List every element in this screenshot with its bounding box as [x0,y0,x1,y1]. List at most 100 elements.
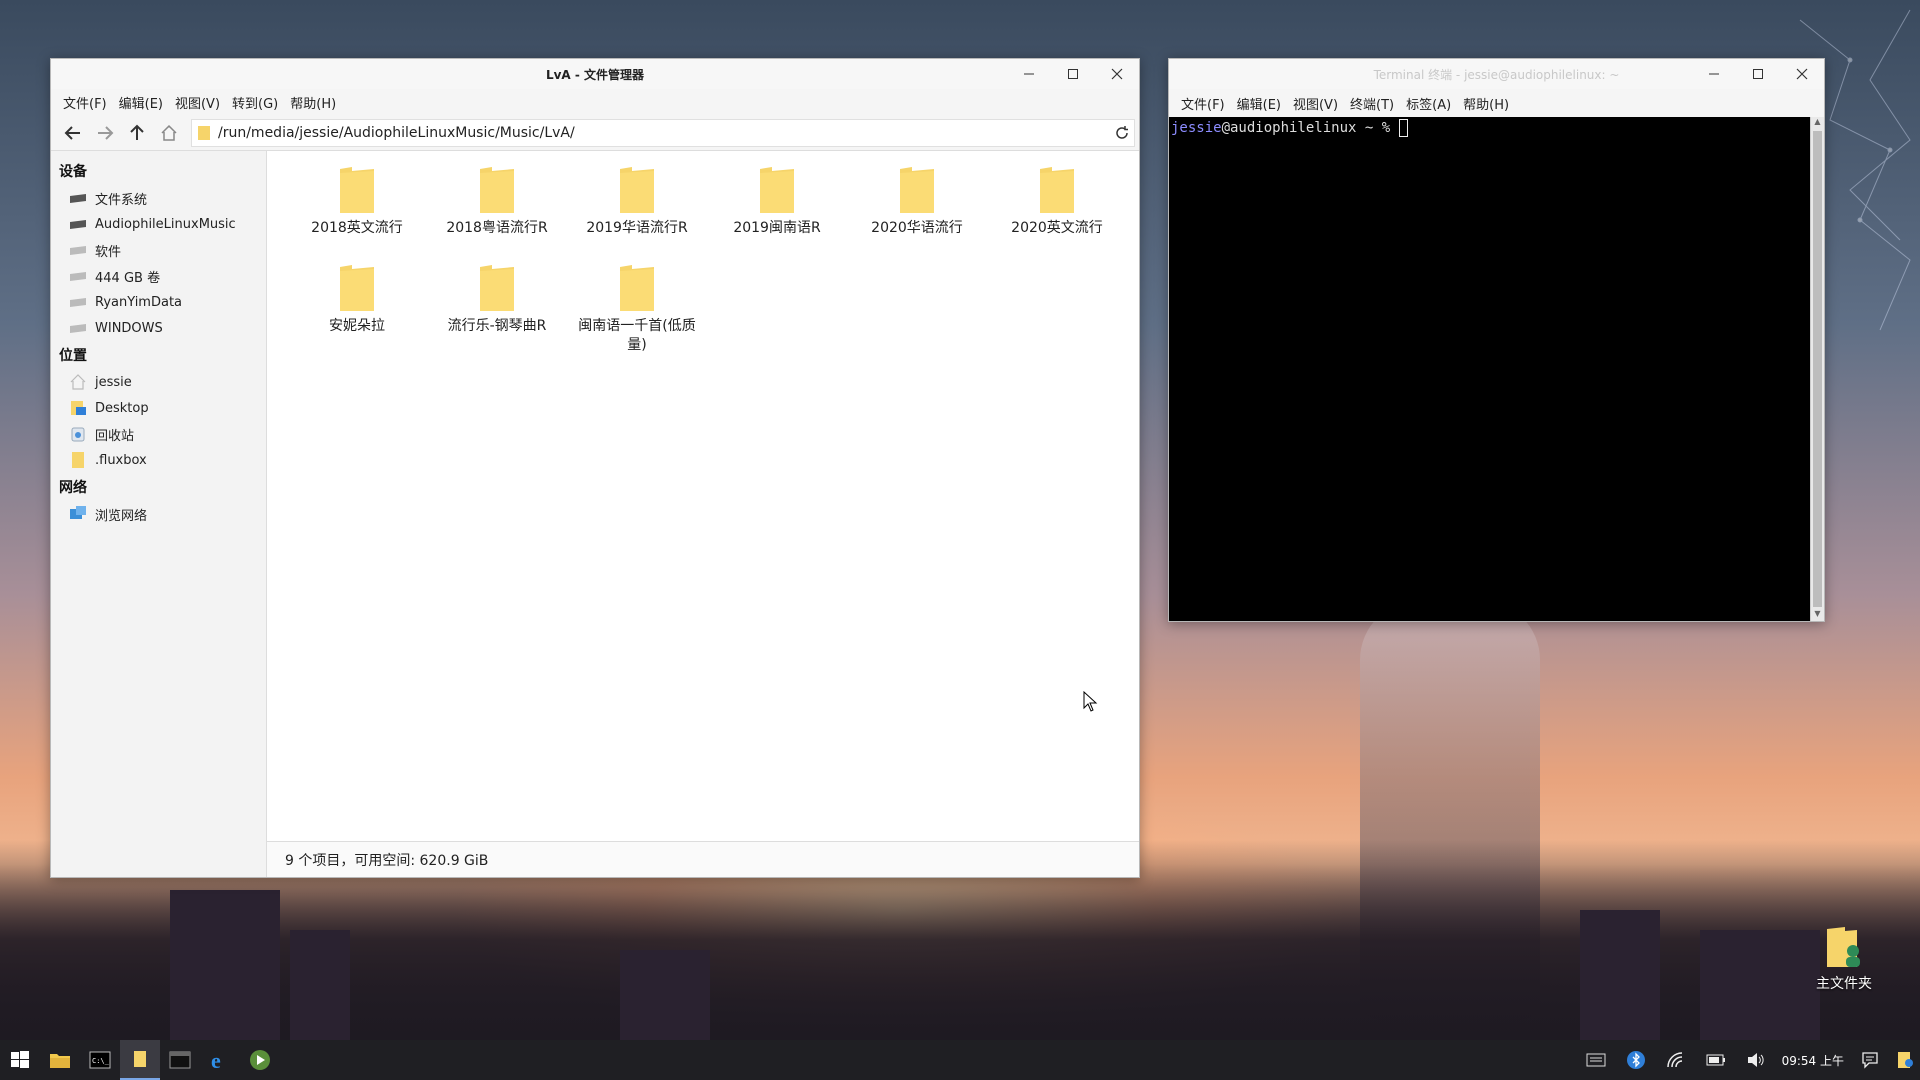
sidebar-item-fluxbox[interactable]: .fluxbox [51,447,266,473]
sidebar-item-audiophilelinuxmusic[interactable]: AudiophileLinuxMusic [51,211,266,237]
reload-button[interactable] [1110,117,1134,149]
sidebar-item-ryanyimdata[interactable]: RyanYimData [51,289,266,315]
sidebar-item-label: 444 GB 卷 [95,270,161,286]
keyboard-button[interactable] [1576,1040,1616,1080]
sidebar-heading-devices: 设备 [59,164,87,180]
folder-item[interactable]: 安妮朵拉 [287,259,427,357]
file-view[interactable]: 2018英文流行 2018粤语流行R 2019华语流行R 2019闽南语R 20… [267,151,1139,877]
home-button[interactable] [153,117,185,149]
back-button[interactable] [57,117,89,149]
minimize-button[interactable] [1692,59,1736,89]
folder-icon [620,167,654,213]
maximize-button[interactable] [1051,59,1095,89]
folder-item[interactable]: 2020华语流行 [847,161,987,259]
sidebar-item-browse-network[interactable]: 浏览网络 [51,501,266,527]
forward-button[interactable] [89,117,121,149]
edge-browser-icon: e [211,1049,221,1071]
arrow-right-icon [98,125,114,140]
terminal-titlebar[interactable]: Terminal 终端 - jessie@audiophilelinux: ~ [1169,59,1824,89]
battery-icon [1706,1054,1725,1066]
scrollbar-thumb[interactable] [1813,131,1822,607]
minimize-icon [1709,73,1719,75]
menu-terminal[interactable]: 终端(T) [1344,94,1400,113]
taskbar-browser[interactable]: e [200,1040,240,1080]
menu-view[interactable]: 视图(V) [169,93,226,112]
desktop-home-folder[interactable]: 主文件夹 [1800,925,1888,993]
terminal-output[interactable]: jessie@audiophilelinux ~ % ▲ ▼ [1169,117,1824,621]
folder-item[interactable]: 2018粤语流行R [427,161,567,259]
folder-item[interactable]: 2019华语流行R [567,161,707,259]
drive-icon [67,319,89,337]
file-manager-icon [134,1051,146,1067]
close-icon [1796,68,1808,80]
sidebar-item-windows[interactable]: WINDOWS [51,315,266,341]
status-bar: 9 个项目，可用空间: 620.9 GiB [267,841,1139,877]
folder-item[interactable]: 2019闽南语R [707,161,847,259]
terminal-icon: C:\_ [89,1051,111,1069]
sidebar-item-label: 浏览网络 [95,508,148,524]
battery-button[interactable] [1696,1040,1736,1080]
taskbar-terminal-window[interactable] [160,1040,200,1080]
sidebar-item-filesystem[interactable]: 文件系统 [51,185,266,211]
sidebar: 设备 文件系统 AudiophileLinuxMusic 软件 444 GB 卷… [51,151,267,877]
wallpaper-building [1580,910,1660,1040]
terminal-scrollbar[interactable]: ▲ ▼ [1810,117,1824,621]
sidebar-item-software[interactable]: 软件 [51,237,266,263]
svg-text:C:\_: C:\_ [92,1057,110,1065]
bluetooth-button[interactable] [1616,1040,1656,1080]
maximize-button[interactable] [1736,59,1780,89]
taskbar: C:\_ e 09:54 上午 [0,1040,1920,1080]
menu-help[interactable]: 帮助(H) [1457,94,1515,113]
close-button[interactable] [1780,59,1824,89]
up-button[interactable] [121,117,153,149]
close-button[interactable] [1095,59,1139,89]
start-button[interactable] [0,1040,40,1080]
sidebar-item-desktop[interactable]: Desktop [51,395,266,421]
folder-icon [620,265,654,311]
taskbar-file-manager-active[interactable] [120,1040,160,1080]
minimize-icon [1024,73,1034,75]
sidebar-item-jessie[interactable]: jessie [51,369,266,395]
minimize-button[interactable] [1007,59,1051,89]
menu-edit[interactable]: 编辑(E) [1231,94,1287,113]
wifi-button[interactable] [1656,1040,1696,1080]
volume-button[interactable] [1736,1040,1776,1080]
folder-item[interactable]: 2020英文流行 [987,161,1127,259]
drive-icon [67,215,89,233]
window-title: LvA - 文件管理器 [545,67,645,82]
menu-go[interactable]: 转到(G) [226,93,284,112]
folder-icon [340,265,374,311]
location-path[interactable]: /run/media/jessie/AudiophileLinuxMusic/M… [218,125,1110,141]
folder-icon [900,167,934,213]
desktop-icon-label: 主文件夹 [1816,976,1872,992]
taskbar-media-player[interactable] [240,1040,280,1080]
scroll-down-icon[interactable]: ▼ [1811,609,1824,621]
notifications-button[interactable] [1850,1040,1890,1080]
location-bar[interactable]: /run/media/jessie/AudiophileLinuxMusic/M… [191,117,1135,149]
menu-view[interactable]: 视图(V) [1287,94,1344,113]
file-manager-menubar: 文件(F) 编辑(E) 视图(V) 转到(G) 帮助(H) [51,89,1139,115]
folder-name: 安妮朵拉 [329,318,385,334]
taskbar-terminal[interactable]: C:\_ [80,1040,120,1080]
folder-item[interactable]: 闽南语一千首(低质量) [567,259,707,357]
terminal-text[interactable]: jessie@audiophilelinux ~ % [1169,117,1810,621]
sidebar-item-label: AudiophileLinuxMusic [95,216,236,232]
menu-file[interactable]: 文件(F) [57,93,113,112]
terminal-icon [169,1051,191,1069]
sidebar-item-trash[interactable]: 回收站 [51,421,266,447]
folder-icon [480,167,514,213]
sidebar-item-444gb-volume[interactable]: 444 GB 卷 [51,263,266,289]
scroll-up-icon[interactable]: ▲ [1811,117,1824,129]
menu-tabs[interactable]: 标签(A) [1400,94,1457,113]
taskbar-file-explorer[interactable] [40,1040,80,1080]
show-desktop-button[interactable] [1890,1040,1920,1080]
status-text: 9 个项目，可用空间: 620.9 GiB [285,852,489,869]
menu-edit[interactable]: 编辑(E) [113,93,169,112]
folder-name: 2020英文流行 [1011,220,1103,236]
menu-file[interactable]: 文件(F) [1175,94,1231,113]
folder-item[interactable]: 流行乐-钢琴曲R [427,259,567,357]
file-manager-titlebar[interactable]: LvA - 文件管理器 [51,59,1139,89]
menu-help[interactable]: 帮助(H) [284,93,342,112]
taskbar-clock[interactable]: 09:54 上午 [1776,1052,1850,1069]
folder-item[interactable]: 2018英文流行 [287,161,427,259]
